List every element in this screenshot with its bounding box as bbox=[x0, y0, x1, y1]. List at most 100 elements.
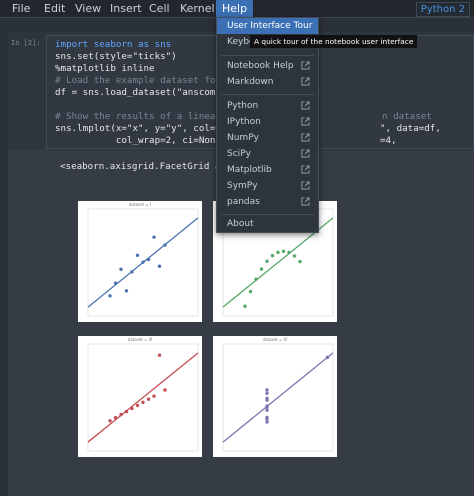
code-line-fragment: n dataset bbox=[382, 111, 432, 122]
regression-line bbox=[222, 352, 334, 443]
help-item-numpy[interactable]: NumPy bbox=[217, 130, 318, 146]
data-point bbox=[152, 235, 156, 239]
regression-line bbox=[87, 352, 199, 443]
data-point bbox=[141, 260, 145, 264]
facet-chart-4: dataset = IV bbox=[222, 337, 334, 452]
code-line-fragment: ", data=df, bbox=[380, 123, 441, 134]
data-point bbox=[130, 406, 134, 411]
help-item-pandas[interactable]: pandas bbox=[217, 194, 318, 210]
code-line: col_wrap=2, ci=None, p bbox=[55, 135, 238, 146]
cell-prompt: In [2]: bbox=[11, 39, 41, 47]
menu-item-label: pandas bbox=[227, 197, 260, 207]
menu-edit[interactable]: Edit bbox=[38, 0, 71, 17]
data-point bbox=[265, 396, 269, 401]
code-line: sns.lmplot(x="x", y="y", col="da bbox=[55, 123, 233, 134]
code-line: # Load the example dataset for An bbox=[55, 75, 238, 86]
menu-item-label: SymPy bbox=[227, 181, 258, 191]
menu-divider bbox=[221, 55, 314, 56]
help-item-markdown[interactable]: Markdown bbox=[217, 74, 318, 90]
help-item-ui-tour[interactable]: User Interface Tour bbox=[217, 18, 318, 34]
kernel-indicator[interactable]: Python 2 bbox=[415, 2, 470, 17]
menu-item-label: IPython bbox=[227, 117, 261, 127]
data-point bbox=[254, 277, 258, 281]
facet-panel-4: dataset = IV bbox=[213, 336, 337, 457]
data-point bbox=[265, 259, 269, 263]
code-line: import seaborn as sns bbox=[55, 39, 172, 50]
menu-item-label: NumPy bbox=[227, 133, 259, 143]
data-point bbox=[325, 355, 330, 360]
data-point bbox=[265, 417, 269, 421]
data-point bbox=[281, 249, 286, 253]
menu-divider bbox=[221, 214, 314, 215]
menu-divider bbox=[221, 94, 314, 95]
help-item-python[interactable]: Python bbox=[217, 98, 318, 114]
data-point bbox=[243, 304, 247, 308]
facet-title: dataset = I bbox=[129, 202, 151, 207]
data-point bbox=[265, 388, 269, 392]
menu-item-label: Markdown bbox=[227, 77, 274, 87]
help-item-about[interactable]: About bbox=[217, 216, 318, 232]
menu-view[interactable]: View bbox=[69, 0, 107, 17]
data-point bbox=[157, 264, 162, 268]
help-item-matplotlib[interactable]: Matplotlib bbox=[217, 162, 318, 178]
facet-title: dataset = IV bbox=[263, 337, 288, 342]
data-point bbox=[163, 243, 167, 247]
data-point bbox=[152, 394, 156, 398]
data-point bbox=[276, 250, 280, 255]
data-point bbox=[146, 397, 151, 401]
data-point bbox=[135, 403, 140, 408]
output-text: <seaborn.axisgrid.FacetGrid at bbox=[60, 161, 226, 172]
data-point bbox=[270, 253, 275, 258]
data-point bbox=[157, 353, 162, 357]
menu-insert[interactable]: Insert bbox=[104, 0, 148, 17]
data-point bbox=[108, 294, 112, 298]
menu-item-label: Notebook Help bbox=[227, 61, 294, 71]
facet-title: dataset = III bbox=[128, 337, 153, 342]
data-point bbox=[259, 267, 264, 271]
menu-item-label: User Interface Tour bbox=[227, 21, 313, 31]
data-point bbox=[124, 289, 129, 293]
external-link-icon bbox=[301, 181, 310, 190]
menu-cell[interactable]: Cell bbox=[143, 0, 176, 17]
data-point bbox=[287, 250, 291, 255]
data-point bbox=[108, 419, 112, 423]
data-point bbox=[124, 409, 129, 414]
external-link-icon bbox=[301, 61, 310, 70]
data-point bbox=[292, 254, 297, 258]
code-line-fragment: =4, bbox=[380, 135, 397, 146]
data-point bbox=[265, 391, 269, 396]
external-link-icon bbox=[301, 165, 310, 174]
data-point bbox=[265, 405, 269, 410]
facet-chart-3: dataset = III bbox=[87, 337, 199, 452]
external-link-icon bbox=[301, 117, 310, 126]
code-line: df = sns.load_dataset("anscombe" bbox=[55, 87, 233, 98]
menu-item-label: Python bbox=[227, 101, 259, 111]
facet-panel-3: dataset = III bbox=[78, 336, 202, 457]
tooltip: A quick tour of the notebook user interf… bbox=[250, 35, 418, 48]
data-point bbox=[248, 289, 253, 294]
menu-item-label: Matplotlib bbox=[227, 165, 272, 175]
menu-item-label: SciPy bbox=[227, 149, 251, 159]
help-item-sympy[interactable]: SymPy bbox=[217, 178, 318, 194]
data-point bbox=[113, 281, 118, 285]
data-point bbox=[119, 267, 123, 271]
help-item-notebook-help[interactable]: Notebook Help bbox=[217, 58, 318, 74]
menu-help[interactable]: Help bbox=[216, 0, 254, 17]
data-point bbox=[146, 257, 151, 262]
menu-item-label: About bbox=[227, 219, 254, 229]
menubar: File Edit View Insert Cell Kernel Help P… bbox=[0, 0, 474, 18]
data-point bbox=[298, 259, 302, 264]
facet-chart-1: dataset = I bbox=[87, 202, 199, 317]
menu-file[interactable]: File bbox=[6, 0, 36, 17]
data-point bbox=[141, 400, 145, 405]
help-item-ipython[interactable]: IPython bbox=[217, 114, 318, 130]
menu-kernel[interactable]: Kernel bbox=[174, 0, 221, 17]
data-point bbox=[163, 388, 167, 392]
data-point bbox=[119, 412, 123, 417]
external-link-icon bbox=[301, 149, 310, 158]
help-item-scipy[interactable]: SciPy bbox=[217, 146, 318, 162]
code-line: sns.set(style="ticks") bbox=[55, 51, 177, 62]
data-point bbox=[135, 253, 140, 257]
code-line: # Show the results of a linear re bbox=[55, 111, 238, 122]
facet-panel-1: dataset = I bbox=[78, 201, 202, 322]
